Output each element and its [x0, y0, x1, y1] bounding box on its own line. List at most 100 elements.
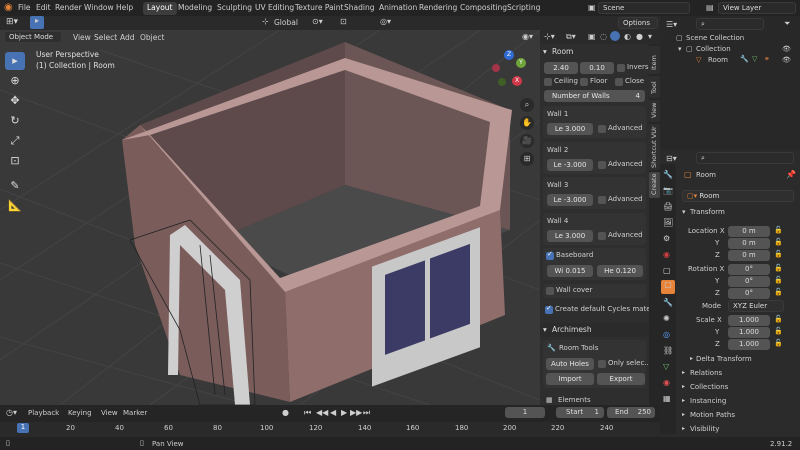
lock-icon[interactable]: 🔓 [774, 288, 783, 296]
menu-select[interactable]: Select [94, 33, 117, 42]
outliner-search[interactable]: ⌕ [696, 18, 764, 30]
baseboard-height-field[interactable]: He 0.120 [597, 265, 643, 277]
eye-icon[interactable]: 👁 [782, 56, 791, 64]
collection-label[interactable]: Collection [696, 45, 731, 53]
3d-viewport[interactable]: User Perspective (1) Collection | Room ▸… [0, 30, 540, 405]
collapse-arrow-icon[interactable]: ▸ [682, 411, 685, 418]
properties-editor-icon[interactable]: ⊟▾ [666, 154, 677, 163]
camera-icon[interactable]: 🎥 [520, 134, 534, 148]
rotate-tool-icon[interactable]: ↻ [5, 112, 25, 130]
properties-search[interactable]: ⌕ [696, 152, 794, 164]
tab-view[interactable]: View [649, 100, 660, 122]
object-name-field[interactable]: ▢▾ Room [682, 190, 794, 202]
collapse-arrow-icon[interactable]: ▸ [682, 369, 685, 376]
tab-sculpting[interactable]: Sculpting [213, 2, 256, 15]
lock-icon[interactable]: 🔓 [774, 315, 783, 323]
lock-icon[interactable]: 🔓 [774, 339, 783, 347]
tab-rendering[interactable]: Rendering [415, 2, 461, 15]
modifier-icon[interactable]: 🔧 [740, 55, 749, 63]
scale-tool-icon[interactable]: ⤢ [5, 132, 25, 150]
location-z-field[interactable]: 0 m [728, 250, 770, 261]
tab-item[interactable]: Item [649, 46, 660, 74]
lock-icon[interactable]: 🔓 [774, 264, 783, 272]
material-icon[interactable]: ⚭ [764, 55, 770, 63]
scale-y-field[interactable]: 1.000 [728, 327, 770, 338]
play-icon[interactable]: ▶ [341, 408, 347, 417]
relations-header[interactable]: Relations [690, 369, 722, 377]
jump-start-icon[interactable]: ⏮ [304, 408, 311, 418]
scene-icon[interactable]: ▣ [588, 3, 596, 12]
play-reverse-icon[interactable]: ◀ [330, 408, 336, 417]
archimesh-panel-header[interactable]: ▾ Archimesh [540, 323, 649, 337]
playhead[interactable]: 1 [17, 423, 29, 433]
close-checkbox[interactable] [615, 78, 623, 86]
room-panel-header[interactable]: ▾ Room [540, 45, 649, 59]
lock-icon[interactable]: 🔓 [774, 250, 783, 258]
menu-render[interactable]: Render [55, 3, 82, 12]
select-box-icon[interactable]: ▸ [30, 16, 44, 29]
gizmo-y-axis[interactable]: Y [516, 58, 526, 68]
solid-shading-icon[interactable] [610, 31, 620, 41]
material-tab-icon[interactable]: ◉ [663, 378, 670, 387]
scene-tab-icon[interactable]: ⚙ [663, 234, 670, 243]
gizmo-neg-axis[interactable] [498, 78, 506, 86]
tab-create[interactable]: Create [649, 172, 660, 198]
annotate-tool-icon[interactable]: ✎ [5, 177, 25, 195]
gizmo-toggle-icon[interactable]: ⊹▾ [544, 32, 555, 41]
menu-keying[interactable]: Keying [68, 409, 92, 417]
scene-collection-label[interactable]: Scene Collection [686, 34, 744, 42]
current-frame-field[interactable]: 1 [505, 407, 545, 418]
measure-tool-icon[interactable]: 📐 [5, 197, 25, 215]
collapse-arrow-icon[interactable]: ▾ [682, 208, 686, 216]
menu-help[interactable]: Help [116, 3, 133, 12]
delta-transform-header[interactable]: Delta Transform [696, 355, 752, 363]
menu-window[interactable]: Window [84, 3, 114, 12]
lock-icon[interactable]: 🔓 [774, 276, 783, 284]
end-frame-field[interactable]: End 250 [607, 407, 655, 418]
editor-type-icon[interactable]: ⊞▾ [6, 17, 18, 27]
lock-icon[interactable]: 🔓 [774, 226, 783, 234]
rendered-shading-icon[interactable]: ● [636, 32, 643, 41]
output-tab-icon[interactable]: 🖨 [663, 202, 673, 211]
texture-tab-icon[interactable]: ▦ [663, 394, 671, 403]
menu-add[interactable]: Add [120, 33, 135, 42]
cursor-tool-icon[interactable]: ⊕ [5, 72, 25, 90]
tab-texture-paint[interactable]: Texture Paint [291, 2, 347, 15]
only-selected-checkbox[interactable] [598, 360, 606, 368]
eye-icon[interactable]: 👁 [782, 45, 791, 53]
gizmo-neg-axis[interactable] [492, 64, 500, 72]
collapse-arrow-icon[interactable]: ▸ [690, 355, 693, 362]
room-height-field[interactable]: 2.40 [544, 62, 578, 74]
import-button[interactable]: Import [546, 373, 594, 385]
view-layer-icon[interactable]: ▤ [706, 3, 714, 12]
visibility-header[interactable]: Visibility [690, 425, 719, 433]
xray-icon[interactable]: ▣ [588, 32, 596, 41]
select-tool-icon[interactable]: ▸ [5, 52, 25, 70]
baseboard-checkbox[interactable] [546, 250, 554, 260]
instancing-header[interactable]: Instancing [690, 397, 726, 405]
rotation-x-field[interactable]: 0° [728, 264, 770, 275]
collapse-arrow-icon[interactable]: ▸ [682, 383, 685, 390]
start-frame-field[interactable]: Start 1 [556, 407, 604, 418]
rotation-y-field[interactable]: 0° [728, 276, 770, 287]
timeline-editor-icon[interactable]: ◷▾ [6, 408, 17, 417]
collapse-arrow-icon[interactable]: ▸ [682, 397, 685, 404]
baseboard-width-field[interactable]: Wi 0.015 [547, 265, 593, 277]
transform-tool-icon[interactable]: ⊡ [5, 152, 25, 170]
tab-tool[interactable]: Tool [649, 76, 660, 98]
room-thickness-field[interactable]: 0.10 [580, 62, 614, 74]
constraints-tab-icon[interactable]: ⛓ [663, 346, 673, 355]
auto-holes-button[interactable]: Auto Holes [546, 358, 594, 370]
transform-orientation[interactable]: Global [274, 18, 298, 27]
scale-z-field[interactable]: 1.000 [728, 339, 770, 350]
expand-arrow-icon[interactable]: ▾ [678, 45, 682, 53]
mesh-data-icon[interactable]: ▽ [752, 55, 757, 63]
location-x-field[interactable]: 0 m [728, 226, 770, 237]
wall-1-advanced-checkbox[interactable] [598, 125, 606, 133]
lock-icon[interactable]: 🔓 [774, 238, 783, 246]
menu-edit[interactable]: Edit [36, 3, 51, 12]
transform-orientation-icon[interactable]: ⊹ [262, 17, 269, 26]
proportional-edit-icon[interactable]: ◎▾ [380, 17, 391, 26]
tab-scripting[interactable]: Scripting [503, 2, 544, 15]
collection-tab-icon[interactable]: ▢ [663, 266, 671, 275]
